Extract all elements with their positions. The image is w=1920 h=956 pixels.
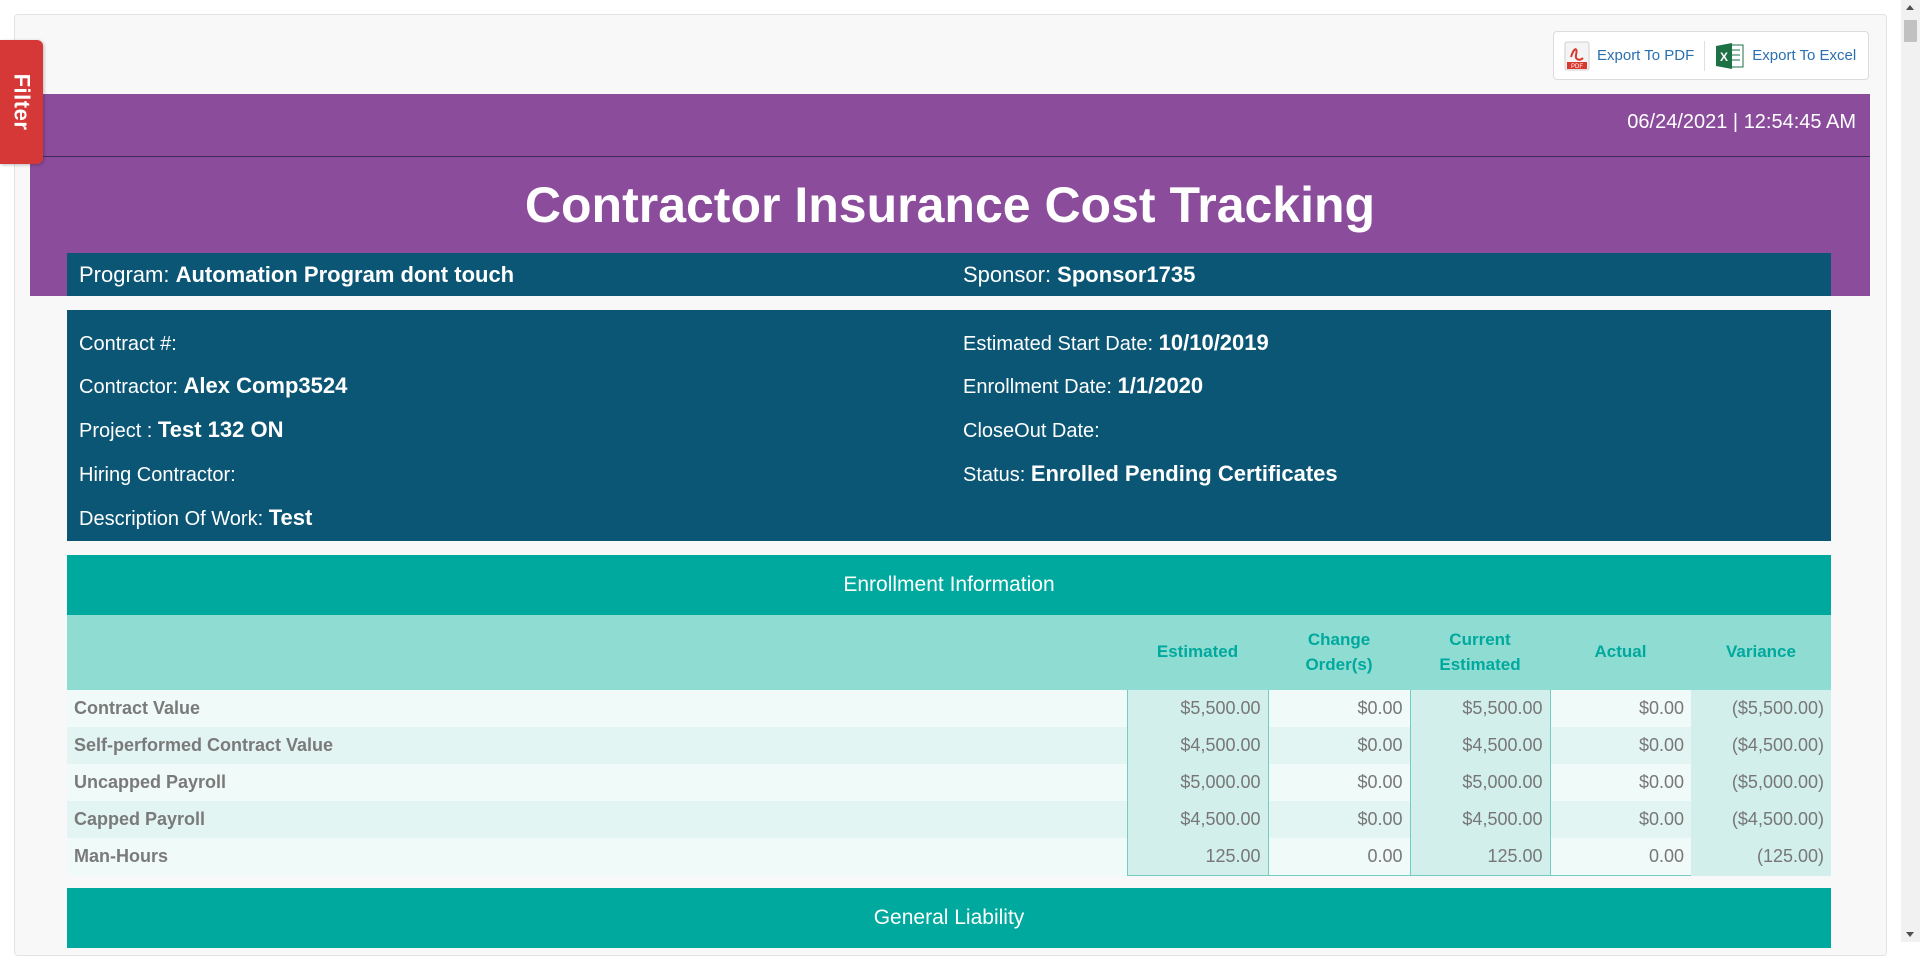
description-label: Description Of Work: <box>79 508 269 530</box>
enrollment-date-field: Enrollment Date: 1/1/2020 <box>963 373 1203 399</box>
program-field: Program: Automation Program dont touch <box>79 262 514 288</box>
export-excel-label: Export To Excel <box>1752 47 1857 64</box>
cell-variance: ($4,500.00) <box>1691 727 1831 764</box>
table-row: Self-performed Contract Value $4,500.00 … <box>67 727 1831 764</box>
column-header <box>67 615 1127 690</box>
export-toolbar: PDF Export To PDF X Export To Excel <box>1553 31 1869 80</box>
cell-estimated: 125.00 <box>1126 838 1269 876</box>
cell-current-estimated: $4,500.00 <box>1409 727 1551 764</box>
cell-actual: $0.00 <box>1550 801 1691 838</box>
contract-details: Contract #: Contractor: Alex Comp3524 Pr… <box>67 310 1831 541</box>
enrollment-date-value: 1/1/2020 <box>1117 373 1204 398</box>
enrollment-title: Enrollment Information <box>843 573 1055 596</box>
status-label: Status: <box>963 464 1031 486</box>
start-date-value: 10/10/2019 <box>1158 330 1269 355</box>
contract-number-field: Contract #: <box>79 330 177 356</box>
filter-label: Filter <box>9 73 35 131</box>
table-row: Man-Hours 125.00 0.00 125.00 0.00 (125.0… <box>67 838 1831 876</box>
row-label: Self-performed Contract Value <box>67 727 1127 764</box>
row-label: Man-Hours <box>67 838 1127 876</box>
program-label: Program: <box>79 262 176 287</box>
export-excel-button[interactable]: X Export To Excel <box>1705 32 1866 79</box>
cell-change-orders: $0.00 <box>1268 764 1410 801</box>
report-title: Contractor Insurance Cost Tracking <box>524 177 1376 233</box>
start-date-label: Estimated Start Date: <box>963 333 1159 355</box>
cell-variance: ($5,000.00) <box>1691 764 1831 801</box>
row-label: Contract Value <box>67 690 1127 727</box>
filter-tab[interactable]: Filter <box>0 40 43 164</box>
hiring-contractor-field: Hiring Contractor: <box>79 461 236 487</box>
cell-current-estimated: 125.00 <box>1409 838 1551 876</box>
contract-number-label: Contract #: <box>79 333 177 355</box>
program-value: Automation Program dont touch <box>175 262 515 287</box>
cell-change-orders: $0.00 <box>1268 727 1410 764</box>
scrollbar-thumb[interactable] <box>1904 20 1917 42</box>
closeout-date-field: CloseOut Date: <box>963 417 1100 443</box>
cell-variance: ($5,500.00) <box>1691 690 1831 727</box>
closeout-date-label: CloseOut Date: <box>963 420 1100 442</box>
scroll-down-arrow-icon[interactable] <box>1906 932 1914 937</box>
start-date-field: Estimated Start Date: 10/10/2019 <box>963 330 1269 356</box>
sponsor-field: Sponsor: Sponsor1735 <box>963 262 1195 288</box>
enrollment-date-label: Enrollment Date: <box>963 376 1118 398</box>
cell-change-orders: $0.00 <box>1268 690 1410 727</box>
project-label: Project : <box>79 420 158 442</box>
table-row: Uncapped Payroll $5,000.00 $0.00 $5,000.… <box>67 764 1831 801</box>
contractor-field: Contractor: Alex Comp3524 <box>79 373 347 399</box>
cell-variance: (125.00) <box>1691 838 1831 876</box>
table-row: Capped Payroll $4,500.00 $0.00 $4,500.00… <box>67 801 1831 838</box>
cell-actual: $0.00 <box>1550 727 1691 764</box>
cell-current-estimated: $5,000.00 <box>1409 764 1551 801</box>
column-header-actual: Actual <box>1550 615 1691 690</box>
cell-actual: 0.00 <box>1550 838 1691 876</box>
svg-text:PDF: PDF <box>1571 64 1583 70</box>
cell-estimated: $4,500.00 <box>1126 727 1269 764</box>
general-liability-title: General Liability <box>873 906 1025 929</box>
contractor-label: Contractor: <box>79 376 184 398</box>
cell-estimated: $5,000.00 <box>1126 764 1269 801</box>
project-value: Test 132 ON <box>157 417 284 442</box>
export-pdf-button[interactable]: PDF Export To PDF <box>1554 32 1704 79</box>
export-pdf-label: Export To PDF <box>1597 47 1695 64</box>
cell-change-orders: $0.00 <box>1268 801 1410 838</box>
cell-actual: $0.00 <box>1550 764 1691 801</box>
cell-estimated: $4,500.00 <box>1126 801 1269 838</box>
contractor-value: Alex Comp3524 <box>183 373 348 398</box>
hiring-contractor-label: Hiring Contractor: <box>79 464 236 486</box>
svg-text:X: X <box>1720 50 1728 64</box>
description-value: Test <box>268 505 313 530</box>
column-header-change-orders: Change Order(s) <box>1268 615 1410 690</box>
cell-current-estimated: $4,500.00 <box>1409 801 1551 838</box>
enrollment-section-header: Enrollment Information <box>67 555 1831 615</box>
cell-variance: ($4,500.00) <box>1691 801 1831 838</box>
sponsor-label: Sponsor: <box>963 262 1058 287</box>
column-header-variance: Variance <box>1691 615 1831 690</box>
row-label: Capped Payroll <box>67 801 1127 838</box>
table-row: Contract Value $5,500.00 $0.00 $5,500.00… <box>67 690 1831 727</box>
report-datetime: 06/24/2021 | 12:54:45 AM <box>1627 111 1856 133</box>
program-bar: Program: Automation Program dont touch S… <box>67 253 1831 296</box>
cell-change-orders: 0.00 <box>1268 838 1410 876</box>
cell-actual: $0.00 <box>1550 690 1691 727</box>
cell-current-estimated: $5,500.00 <box>1409 690 1551 727</box>
header-divider <box>30 156 1870 157</box>
status-field: Status: Enrolled Pending Certificates <box>963 461 1338 487</box>
sponsor-value: Sponsor1735 <box>1057 262 1196 287</box>
scroll-up-arrow-icon[interactable] <box>1906 5 1914 10</box>
enrollment-table: Estimated Change Order(s) Current Estima… <box>67 615 1831 876</box>
general-liability-section-header: General Liability <box>67 888 1831 948</box>
status-value: Enrolled Pending Certificates <box>1030 461 1338 486</box>
cell-estimated: $5,500.00 <box>1126 690 1269 727</box>
vertical-scrollbar[interactable] <box>1901 0 1920 942</box>
description-field: Description Of Work: Test <box>79 505 312 531</box>
row-label: Uncapped Payroll <box>67 764 1127 801</box>
pdf-icon: PDF <box>1564 41 1590 70</box>
project-field: Project : Test 132 ON <box>79 417 283 443</box>
column-header-current-estimated: Current Estimated <box>1410 615 1550 690</box>
column-header-estimated: Estimated <box>1127 615 1268 690</box>
table-header-row: Estimated Change Order(s) Current Estima… <box>67 615 1831 690</box>
excel-icon: X <box>1716 42 1744 69</box>
